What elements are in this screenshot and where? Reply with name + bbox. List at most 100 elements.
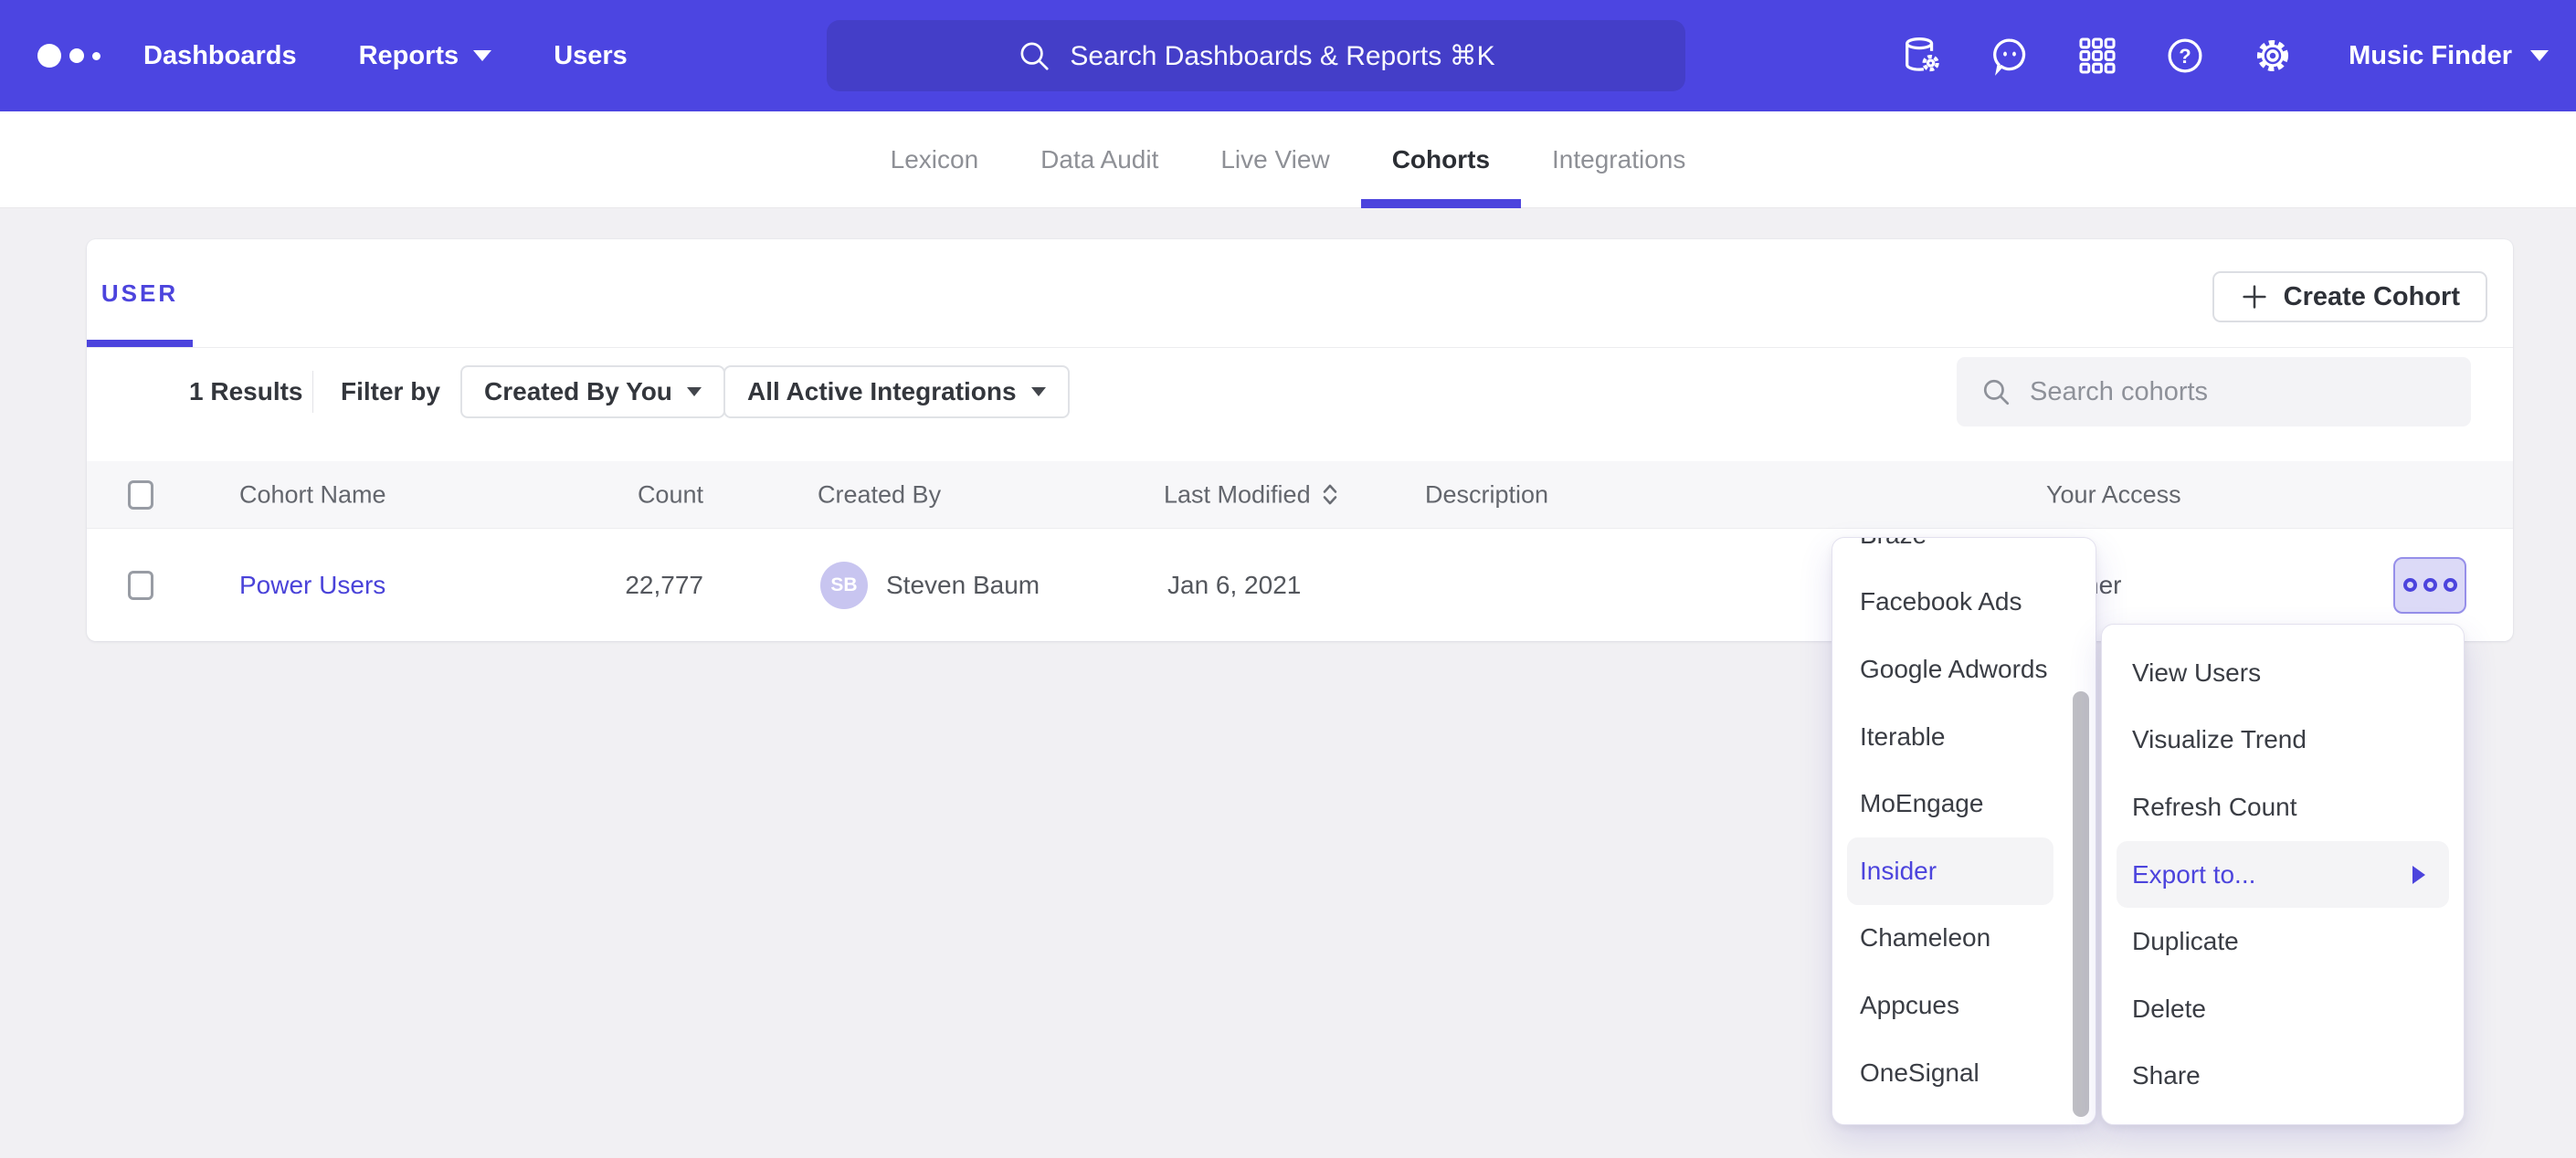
nav-users[interactable]: Users	[554, 41, 628, 71]
chevron-down-icon	[473, 50, 491, 61]
apps-grid-icon[interactable]	[2076, 35, 2118, 77]
menu-item-label: Refresh Count	[2132, 793, 2297, 822]
search-icon	[1017, 38, 1051, 73]
tab-label: Integrations	[1552, 145, 1685, 174]
created-by-cell: SB Steven Baum	[820, 562, 1040, 609]
ellipsis-icon	[2403, 578, 2417, 592]
nav-reports[interactable]: Reports	[359, 41, 492, 71]
tab-user-cohorts[interactable]: USER	[87, 239, 193, 347]
created-by-filter-dropdown[interactable]: Created By You	[460, 365, 725, 418]
submenu-item-chameleon[interactable]: Chameleon	[1832, 905, 2096, 973]
chevron-down-icon	[2530, 50, 2549, 61]
brand-logo-icon[interactable]	[37, 44, 140, 68]
column-created-by: Created By	[818, 480, 941, 509]
menu-item-view-users[interactable]: View Users	[2102, 639, 2464, 707]
account-menu[interactable]: Music Finder	[2349, 41, 2549, 71]
svg-text:?: ?	[2179, 45, 2191, 68]
column-your-access: Your Access	[2046, 480, 2181, 509]
filter-value: All Active Integrations	[747, 377, 1017, 406]
row-actions-button[interactable]	[2393, 557, 2466, 614]
table-header: Cohort Name Count Created By Last Modifi…	[87, 461, 2513, 528]
submenu-item-appcues[interactable]: Appcues	[1832, 972, 2096, 1039]
tab-integrations[interactable]: Integrations	[1521, 111, 1716, 207]
submenu-item-label: MoEngage	[1860, 789, 1983, 818]
submenu-item-braze[interactable]: Braze	[1832, 537, 2096, 569]
export-submenu: Braze Facebook Ads Google Adwords Iterab…	[1832, 537, 2096, 1125]
submenu-item-label: Appcues	[1860, 991, 1959, 1020]
data-management-icon[interactable]	[1901, 35, 1943, 77]
top-navbar: Dashboards Reports Users Search Dashboar…	[0, 0, 2576, 111]
submenu-item-label: Insider	[1860, 857, 1937, 886]
tab-label: Data Audit	[1040, 145, 1158, 174]
cohort-search-input[interactable]: Search cohorts	[1957, 357, 2471, 426]
tab-data-audit[interactable]: Data Audit	[1009, 111, 1189, 207]
ellipsis-icon	[2423, 578, 2437, 592]
integrations-filter-dropdown[interactable]: All Active Integrations	[723, 365, 1070, 418]
menu-item-label: Delete	[2132, 995, 2206, 1024]
settings-gear-icon[interactable]	[2252, 35, 2294, 77]
submenu-item-onesignal[interactable]: OneSignal	[1832, 1039, 2096, 1107]
submenu-item-insider[interactable]: Insider	[1847, 837, 2053, 905]
account-name: Music Finder	[2349, 41, 2512, 71]
submenu-arrow-icon	[2412, 866, 2425, 884]
column-last-modified[interactable]: Last Modified	[1164, 480, 1338, 509]
nav-reports-label: Reports	[359, 41, 459, 71]
menu-item-share[interactable]: Share	[2102, 1043, 2464, 1111]
menu-item-label: Export to...	[2132, 860, 2255, 890]
created-by-name: Steven Baum	[886, 571, 1040, 600]
tab-label: Live View	[1220, 145, 1329, 174]
submenu-item-label: Chameleon	[1860, 923, 1990, 953]
sort-icon	[1322, 482, 1338, 508]
tab-live-view[interactable]: Live View	[1189, 111, 1360, 207]
menu-item-label: View Users	[2132, 658, 2261, 688]
nav-dashboards[interactable]: Dashboards	[143, 41, 297, 71]
submenu-item-facebook-ads[interactable]: Facebook Ads	[1832, 569, 2096, 637]
export-submenu-list: Braze Facebook Ads Google Adwords Iterab…	[1832, 537, 2096, 1106]
feedback-icon[interactable]	[1989, 35, 2031, 77]
submenu-item-label: OneSignal	[1860, 1058, 1980, 1088]
filter-by-label: Filter by	[341, 377, 440, 406]
menu-item-export-to[interactable]: Export to...	[2117, 841, 2449, 909]
create-cohort-label: Create Cohort	[2284, 282, 2460, 312]
cohort-search-placeholder: Search cohorts	[2030, 377, 2208, 407]
avatar: SB	[820, 562, 868, 609]
create-cohort-button[interactable]: Create Cohort	[2212, 271, 2487, 322]
global-search-input[interactable]: Search Dashboards & Reports ⌘K	[827, 20, 1685, 91]
row-checkbox[interactable]	[128, 571, 153, 600]
chevron-down-icon	[687, 387, 702, 396]
search-icon	[1980, 376, 2011, 407]
cohorts-panel: USER Create Cohort 1 Results Filter by C…	[87, 239, 2513, 641]
divider	[312, 371, 313, 413]
column-label: Last Modified	[1164, 480, 1311, 509]
help-icon[interactable]: ?	[2164, 35, 2206, 77]
submenu-item-google-adwords[interactable]: Google Adwords	[1832, 636, 2096, 703]
filter-value: Created By You	[484, 377, 672, 406]
menu-item-visualize-trend[interactable]: Visualize Trend	[2102, 707, 2464, 774]
filter-bar: 1 Results Filter by Created By You All A…	[87, 347, 2513, 437]
submenu-scrollbar[interactable]	[2073, 691, 2089, 1117]
submenu-item-iterable[interactable]: Iterable	[1832, 703, 2096, 771]
menu-item-label: Visualize Trend	[2132, 725, 2307, 754]
cohort-name-link[interactable]: Power Users	[239, 571, 385, 600]
menu-item-delete[interactable]: Delete	[2102, 975, 2464, 1043]
menu-item-label: Share	[2132, 1061, 2201, 1090]
navbar-actions: ? Music Finder	[1901, 0, 2549, 111]
submenu-item-label: Braze	[1860, 537, 1927, 550]
submenu-item-moengage[interactable]: MoEngage	[1832, 770, 2096, 837]
plus-icon	[2240, 282, 2269, 311]
tab-cohorts[interactable]: Cohorts	[1361, 111, 1521, 207]
results-count: 1 Results	[189, 377, 303, 406]
cohort-count: 22,777	[525, 571, 703, 600]
tab-lexicon[interactable]: Lexicon	[860, 111, 1010, 207]
column-cohort-name: Cohort Name	[239, 480, 386, 509]
ellipsis-icon	[2444, 578, 2457, 592]
submenu-item-label: Facebook Ads	[1860, 587, 2022, 616]
menu-item-duplicate[interactable]: Duplicate	[2102, 908, 2464, 975]
menu-item-refresh-count[interactable]: Refresh Count	[2102, 774, 2464, 841]
submenu-item-label: Google Adwords	[1860, 655, 2047, 684]
last-modified-cell: Jan 6, 2021	[1167, 571, 1301, 600]
user-tab-label: USER	[101, 279, 178, 308]
global-search-placeholder: Search Dashboards & Reports ⌘K	[1070, 40, 1494, 72]
section-tabs: Lexicon Data Audit Live View Cohorts Int…	[0, 111, 2576, 208]
select-all-checkbox[interactable]	[128, 480, 153, 510]
